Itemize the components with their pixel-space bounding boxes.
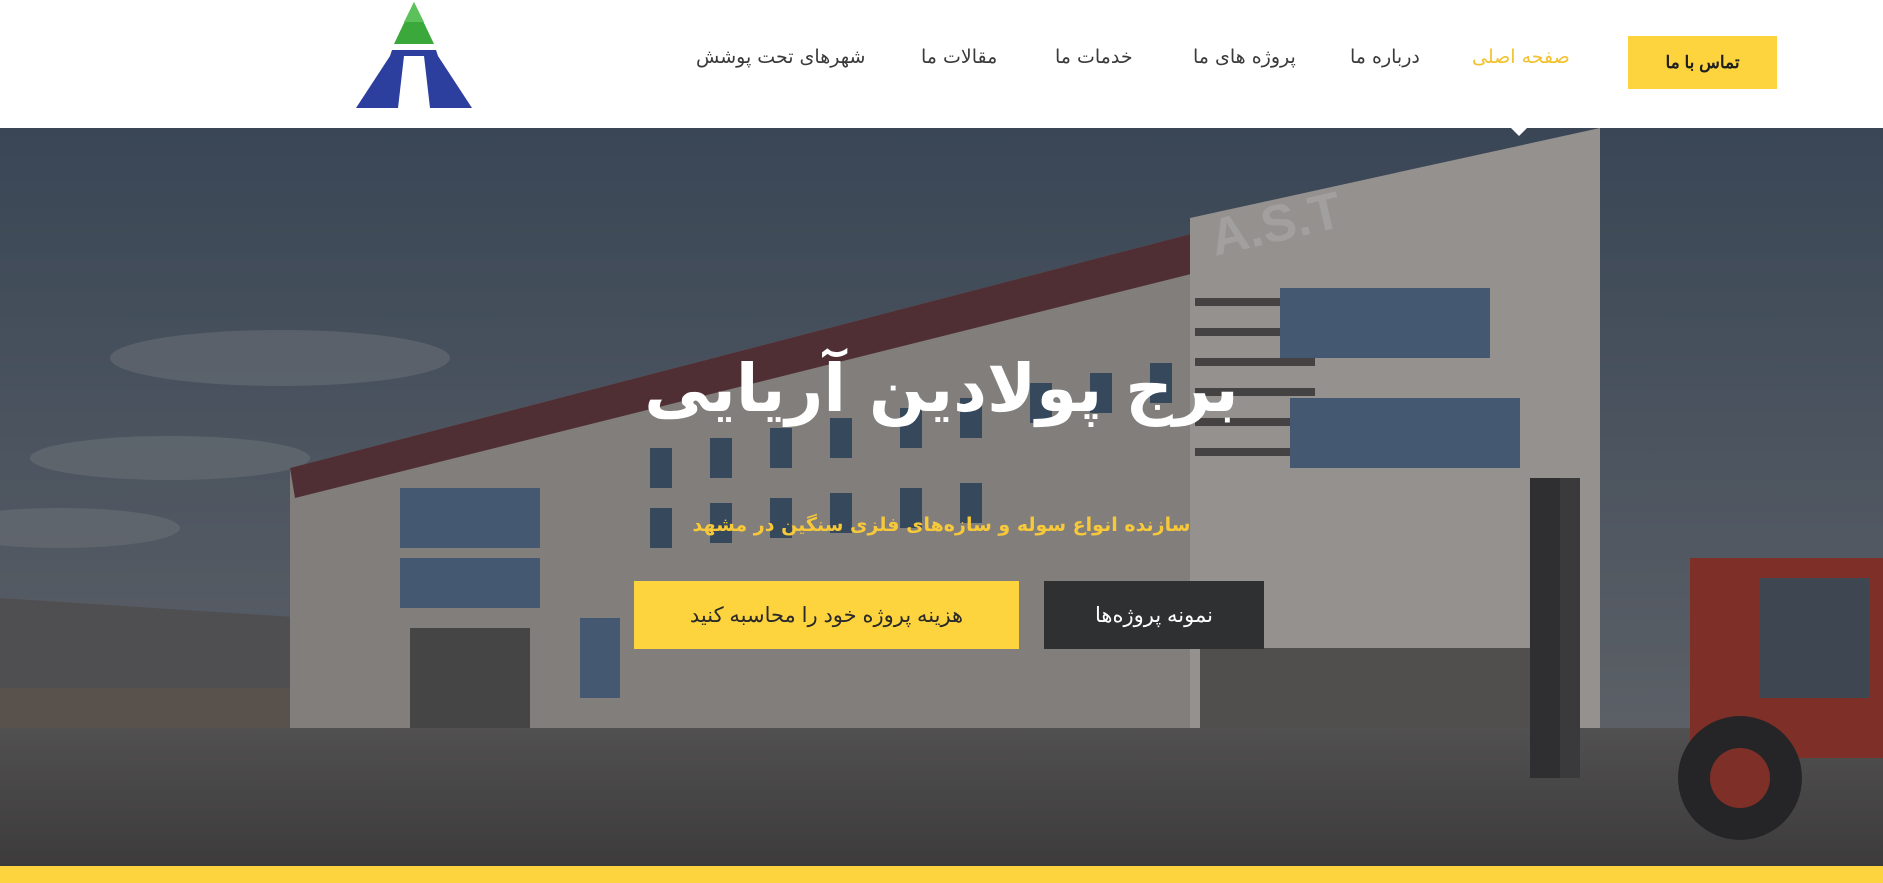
accent-strip: [0, 866, 1883, 883]
hero-section: A.S.T برج پولادین آریایی سازنده انواع سو…: [0, 128, 1883, 866]
site-header: شهرهای تحت پوشش مقالات ما خدمات ما پروژه…: [0, 0, 1883, 128]
contact-button[interactable]: تماس با ما: [1628, 36, 1777, 89]
nav-item-home[interactable]: صفحه اصلی: [1472, 46, 1570, 68]
hero-title: برج پولادین آریایی: [644, 350, 1239, 427]
hero-subtitle: سازنده انواع سوله و سازه‌های فلزی سنگین …: [692, 514, 1191, 536]
active-nav-caret-icon: [1509, 126, 1529, 136]
nav-item-projects[interactable]: پروژه های ما: [1193, 46, 1296, 68]
nav-item-services[interactable]: خدمات ما: [1055, 46, 1133, 68]
sample-projects-button[interactable]: نمونه پروژه‌ها: [1044, 581, 1264, 649]
nav-item-about[interactable]: درباره ما: [1350, 46, 1420, 68]
main-nav: شهرهای تحت پوشش مقالات ما خدمات ما پروژه…: [0, 0, 1883, 128]
nav-item-articles[interactable]: مقالات ما: [921, 46, 997, 68]
hero-overlay: [0, 128, 1883, 866]
calculate-cost-button[interactable]: هزینه پروژه خود را محاسبه کنید: [634, 581, 1019, 649]
nav-item-covered-cities[interactable]: شهرهای تحت پوشش: [696, 46, 865, 68]
